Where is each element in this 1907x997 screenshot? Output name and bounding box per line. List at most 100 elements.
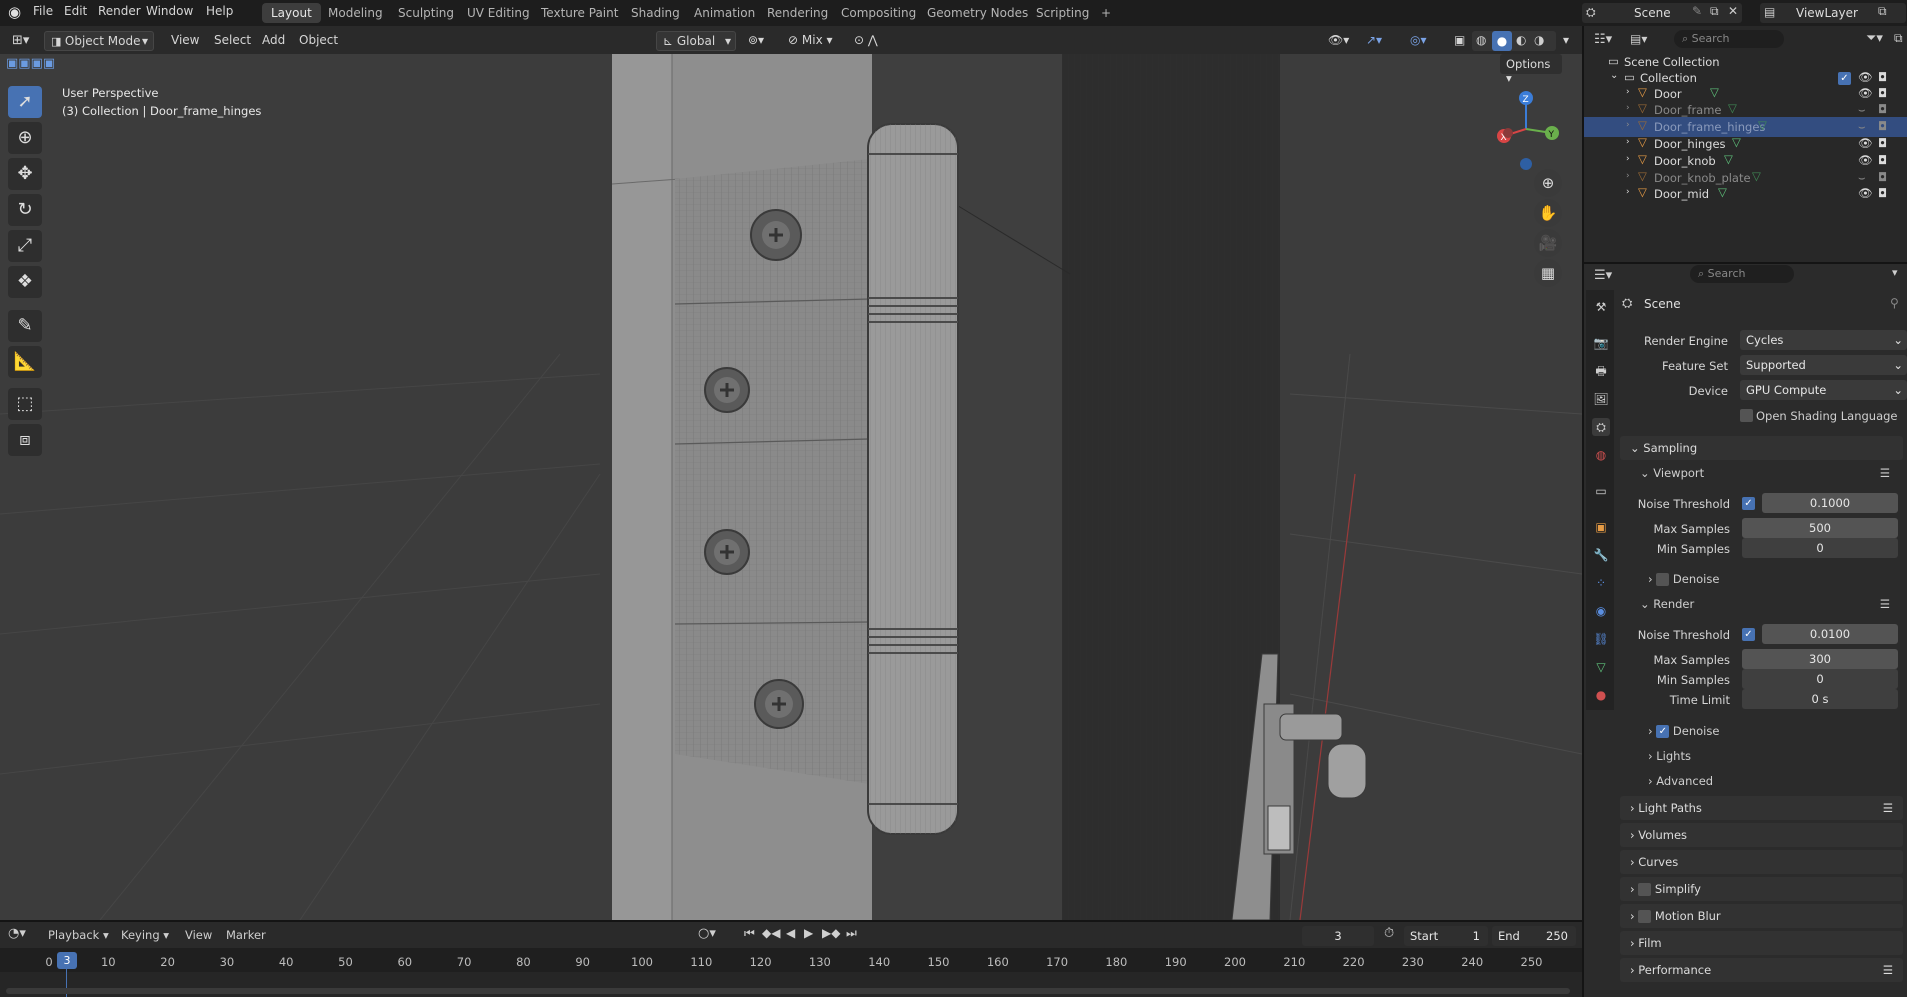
vp-min-field[interactable]: 0 <box>1742 538 1898 558</box>
light-paths-panel[interactable]: › Light Paths ☰ <box>1620 796 1903 820</box>
view-layer-tab-icon[interactable]: 🖼 <box>1592 390 1610 408</box>
new-scene-icon[interactable]: ⧉ <box>1710 4 1719 19</box>
timeline-view-menu[interactable]: View <box>185 928 212 942</box>
camera-icon[interactable]: ◘ <box>1878 86 1887 100</box>
eye-hidden-icon[interactable]: ⌣ <box>1858 119 1866 134</box>
device-dropdown[interactable]: GPU Compute ⌄ <box>1740 380 1907 400</box>
tab-compositing[interactable]: Compositing <box>832 3 925 23</box>
add-primitive-tool-icon[interactable]: ⧈ <box>8 424 42 456</box>
display-mode-icon[interactable]: ▤▾ <box>1630 32 1647 46</box>
expand-chevron-icon[interactable]: › <box>1626 187 1630 197</box>
expand-chevron-icon[interactable]: › <box>1626 103 1630 113</box>
eye-icon[interactable]: 👁 <box>1858 136 1873 150</box>
eye-icon[interactable]: 👁 <box>1858 186 1873 200</box>
add-cube-tool-icon[interactable]: ⬚ <box>8 388 42 420</box>
filter-icon[interactable]: ⏷▾ <box>1866 31 1883 46</box>
physics-tab-icon[interactable]: ◉ <box>1592 602 1610 620</box>
jump-start-icon[interactable]: ⏮ <box>744 926 755 941</box>
r-max-field[interactable]: 300 <box>1742 649 1898 669</box>
camera-icon[interactable]: ◘ <box>1878 153 1887 167</box>
menu-help[interactable]: Help <box>206 4 233 18</box>
visibility-icon[interactable]: 👁▾ <box>1322 31 1355 51</box>
start-frame-field[interactable]: Start 1 <box>1404 926 1488 946</box>
eye-hidden-icon[interactable]: ⌣ <box>1858 170 1866 185</box>
vp-noise-field[interactable]: 0.1000 <box>1762 493 1898 513</box>
vp-denoise-subpanel[interactable]: › Denoise <box>1640 568 1898 590</box>
camera-icon[interactable]: ◘ <box>1878 70 1887 84</box>
scale-tool-icon[interactable]: ⤢ <box>8 230 42 262</box>
camera-icon[interactable]: ◘ <box>1878 136 1887 150</box>
stopwatch-icon[interactable]: ⏱ <box>1384 926 1394 941</box>
lights-subpanel[interactable]: › Lights <box>1640 745 1898 767</box>
blender-logo-icon[interactable]: ◉ <box>8 3 21 21</box>
menu-edit[interactable]: Edit <box>64 4 87 18</box>
wireframe-shading-icon[interactable]: ◍ <box>1476 33 1486 47</box>
eye-icon[interactable]: 👁 <box>1858 153 1873 167</box>
shading-options-icon[interactable]: ▾ <box>1557 31 1575 51</box>
3d-viewport[interactable]: User Perspective (3) Collection | Door_f… <box>0 54 1582 920</box>
keying-menu[interactable]: Keying ▾ <box>121 928 169 942</box>
tab-layout[interactable]: Layout <box>262 3 321 23</box>
list-icon[interactable]: ☰ <box>1883 963 1893 977</box>
measure-tool-icon[interactable]: 📐 <box>8 346 42 378</box>
expand-chevron-icon[interactable]: › <box>1626 154 1630 164</box>
list-icon[interactable]: ☰ <box>1880 466 1890 480</box>
solid-shading-icon[interactable]: ● <box>1492 31 1512 51</box>
outliner-editor-icon[interactable]: ☷▾ <box>1594 32 1612 47</box>
tab-shading[interactable]: Shading <box>622 3 689 23</box>
menu-add[interactable]: Add <box>256 31 291 51</box>
eye-icon[interactable]: 👁 <box>1858 70 1873 84</box>
navigation-gizmo[interactable]: Z Y X <box>1488 84 1568 174</box>
render-subpanel-header[interactable]: ⌄ Render ☰ <box>1630 593 1898 615</box>
transform-tool-icon[interactable]: ❖ <box>8 266 42 298</box>
snap-dropdown[interactable]: ⊘ Mix ▾ <box>782 31 842 51</box>
material-tab-icon[interactable]: ● <box>1592 686 1610 704</box>
particles-tab-icon[interactable]: ⁘ <box>1592 574 1610 592</box>
ortho-toggle-icon[interactable]: ▦ <box>1534 259 1562 287</box>
tab-rendering[interactable]: Rendering <box>758 3 837 23</box>
eye-hidden-icon[interactable]: ⌣ <box>1858 102 1866 117</box>
r-noise-field[interactable]: 0.0100 <box>1762 624 1898 644</box>
vp-denoise-checkbox[interactable] <box>1656 573 1670 586</box>
output-tab-icon[interactable]: 🖶 <box>1592 362 1610 380</box>
rendered-shading-icon[interactable]: ◑ <box>1534 33 1544 47</box>
transform-orientation-dropdown[interactable]: ⊾ Global ▾ <box>656 31 736 51</box>
object-tab-icon[interactable]: ▣ <box>1592 518 1610 536</box>
motion-blur-panel[interactable]: › Motion Blur <box>1620 904 1903 928</box>
play-icon[interactable]: ▶ <box>804 926 813 940</box>
viewport-subpanel-header[interactable]: ⌄ Viewport ☰ <box>1630 462 1898 484</box>
view-layer-selector[interactable]: ▤ ViewLayer ⧉ <box>1760 3 1906 23</box>
feature-set-dropdown[interactable]: Supported ⌄ <box>1740 355 1907 375</box>
expand-chevron-icon[interactable]: › <box>1626 87 1630 97</box>
options-button[interactable]: Options ▾ <box>1500 54 1562 85</box>
pin-icon[interactable]: ✎ <box>1692 4 1702 18</box>
motion-blur-checkbox[interactable] <box>1638 910 1652 923</box>
sampling-panel-header[interactable]: ⌄ Sampling <box>1620 436 1903 460</box>
scene-tab-icon[interactable]: ⛭ <box>1592 418 1610 436</box>
move-tool-icon[interactable]: ✥ <box>8 158 42 190</box>
r-time-field[interactable]: 0 s <box>1742 689 1898 709</box>
pin-icon[interactable]: ⚲ <box>1890 296 1899 310</box>
new-view-layer-icon[interactable]: ⧉ <box>1878 4 1887 19</box>
eye-icon[interactable]: 👁 <box>1858 86 1873 100</box>
prev-keyframe-icon[interactable]: ◆◀ <box>762 926 780 940</box>
scene-selector[interactable]: ⛭ Scene ✎ ⧉ ✕ <box>1582 3 1742 23</box>
tab-uv-editing[interactable]: UV Editing <box>458 3 539 23</box>
constraints-tab-icon[interactable]: ⛓ <box>1592 630 1610 648</box>
proportional-edit-icon[interactable]: ⊙ ⋀ <box>848 31 884 51</box>
collection-tab-icon[interactable]: ▭ <box>1592 482 1610 500</box>
r-noise-checkbox[interactable]: ✓ <box>1742 628 1755 641</box>
delete-scene-icon[interactable]: ✕ <box>1728 4 1738 18</box>
r-denoise-subpanel[interactable]: › ✓ Denoise <box>1640 720 1898 742</box>
play-reverse-icon[interactable]: ◀ <box>786 926 795 940</box>
overlay-toggle-icon[interactable]: ◎▾ <box>1404 31 1433 51</box>
menu-select[interactable]: Select <box>208 31 257 51</box>
expand-chevron-icon[interactable]: › <box>1626 137 1630 147</box>
auto-key-icon[interactable]: ○▾ <box>698 926 716 941</box>
film-panel[interactable]: › Film <box>1620 931 1903 955</box>
simplify-panel[interactable]: › Simplify <box>1620 877 1903 901</box>
menu-window[interactable]: Window <box>146 4 193 18</box>
material-shading-icon[interactable]: ◐ <box>1516 33 1526 47</box>
tab-sculpting[interactable]: Sculpting <box>389 3 463 23</box>
add-workspace-button[interactable]: + <box>1092 3 1120 23</box>
